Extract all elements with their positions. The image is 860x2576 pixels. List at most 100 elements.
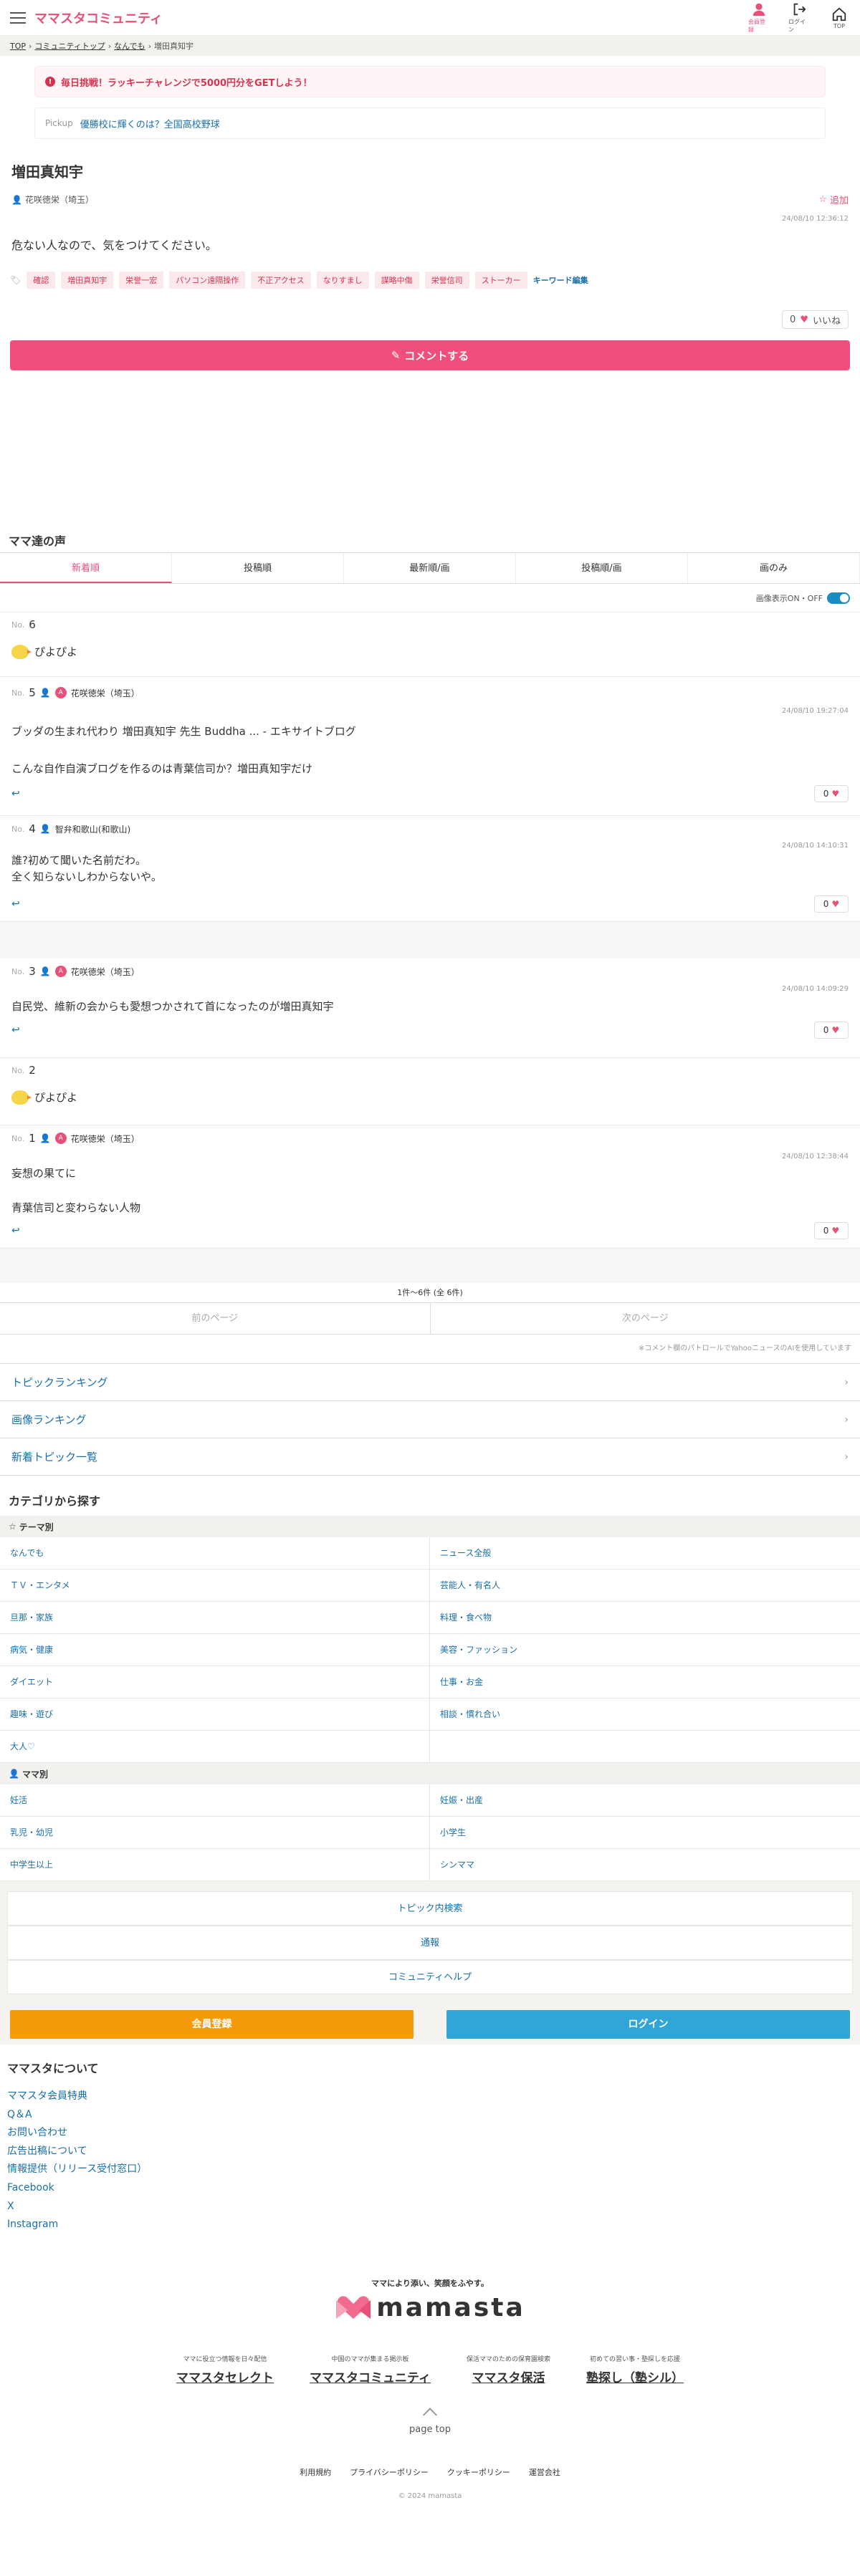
keyword-tag[interactable]: 栄誉一宏	[119, 271, 164, 289]
site-logo[interactable]: ママスタコミュニティ	[34, 9, 163, 27]
keyword-tag[interactable]: 増田真知宇	[61, 271, 114, 289]
comment-author: 智弁和歌山(和歌山)	[54, 824, 131, 835]
rank-link-label: 画像ランキング	[11, 1413, 87, 1426]
topic-search-link[interactable]: トピック内検索	[7, 1891, 853, 1926]
topic-like-button[interactable]: 0 ♥ いいね	[782, 310, 849, 329]
comment-no-label: No.	[11, 1065, 25, 1075]
comment-text: 妄想の果てに 青葉信司と変わらない人物	[11, 1167, 141, 1214]
sort-tab[interactable]: 投稿順/画	[516, 553, 688, 583]
heart-icon: ♥	[831, 1025, 840, 1035]
keyword-tag[interactable]: 栄誉信司	[424, 271, 469, 289]
comment-like-button[interactable]: 0 ♥	[814, 1222, 849, 1239]
footer-link[interactable]: クッキーポリシー	[447, 2466, 510, 2478]
login-label: ログイン	[788, 19, 806, 33]
category-link[interactable]: 小学生	[430, 1817, 860, 1849]
keyword-tag[interactable]: 確認	[27, 271, 56, 289]
category-link[interactable]: ニュース全般	[430, 1537, 860, 1570]
pickup-banner[interactable]: Pickup 優勝校に輝くのは？全国高校野球	[34, 107, 826, 139]
about-link[interactable]: X	[7, 2198, 853, 2216]
category-link[interactable]: 中学生以上	[0, 1849, 430, 1881]
footer-link[interactable]: プライバシーポリシー	[350, 2466, 429, 2478]
lucky-challenge-banner[interactable]: ! 毎日挑戦！ラッキーチャレンジで5000円分をGETしよう！	[34, 66, 826, 97]
comment-like-button[interactable]: 0 ♥	[814, 785, 849, 802]
sort-tab[interactable]: 投稿順	[172, 553, 344, 583]
pickup-link[interactable]: 優勝校に輝くのは？全国高校野球	[80, 117, 220, 130]
sort-tab[interactable]: 最新順/画	[344, 553, 516, 583]
category-link[interactable]: ＴＶ・エンタメ	[0, 1570, 430, 1602]
login-icon	[793, 3, 806, 16]
reply-icon[interactable]: ↩	[11, 788, 20, 799]
register-link[interactable]: 会員登録	[748, 1, 770, 34]
category-link[interactable]: 旦那・家族	[0, 1602, 430, 1634]
comment-no-label: No.	[11, 688, 25, 698]
about-link[interactable]: Q＆A	[7, 2106, 853, 2125]
keyword-tag[interactable]: ストーカー	[474, 271, 527, 289]
category-link[interactable]: 大人♡	[0, 1731, 430, 1763]
comment-item: No. 2 ぴよぴよ	[0, 1058, 860, 1125]
add-favorite-button[interactable]: ☆ 追加	[818, 193, 849, 206]
sort-tab[interactable]: 新着順	[0, 553, 172, 583]
breadcrumb-top[interactable]: TOP	[10, 42, 26, 51]
site-link[interactable]: 中国のママが集まる掲示板 ママスタコミュニティ	[310, 2354, 431, 2385]
new-topics-link[interactable]: 新着トピック一覧 ›	[0, 1438, 860, 1475]
category-link[interactable]: シンママ	[430, 1849, 860, 1881]
category-link[interactable]: 仕事・お金	[430, 1666, 860, 1698]
category-link[interactable]: ダイエット	[0, 1666, 430, 1698]
comment-like-button[interactable]: 0 ♥	[814, 1022, 849, 1039]
topic-ranking-link[interactable]: トピックランキング ›	[0, 1363, 860, 1400]
user-icon: 👤	[39, 824, 51, 834]
category-link[interactable]: 乳児・幼児	[0, 1817, 430, 1849]
category-link[interactable]: 料理・食べ物	[430, 1602, 860, 1634]
home-link[interactable]: TOP	[828, 6, 850, 29]
keyword-tag[interactable]: なりすまし	[316, 271, 369, 289]
about-link[interactable]: お問い合わせ	[7, 2124, 853, 2143]
comment-button[interactable]: ✎ コメントする	[10, 340, 850, 370]
login-button[interactable]: ログイン	[446, 2010, 850, 2039]
about-link[interactable]: Instagram	[7, 2216, 853, 2234]
footer-link[interactable]: 運営会社	[529, 2466, 560, 2478]
sort-tab[interactable]: 画のみ	[688, 553, 860, 583]
comment-item: No. 5 👤 A 花咲徳栄（埼玉） 24/08/10 19:27:04 ブッダの生まれ…	[0, 677, 860, 816]
breadcrumb-community[interactable]: コミュニティトップ	[34, 40, 105, 52]
menu-icon[interactable]	[10, 11, 26, 24]
category-link[interactable]: 趣味・遊び	[0, 1698, 430, 1731]
brand-logo[interactable]: mamasta	[0, 2293, 860, 2322]
site-link[interactable]: ママに役立つ情報を日々配信 ママスタセレクト	[176, 2354, 274, 2385]
keyword-edit-link[interactable]: キーワード編集	[533, 274, 588, 286]
category-link[interactable]: 妊活	[0, 1784, 430, 1817]
login-link[interactable]: ログイン	[788, 1, 810, 34]
about-link[interactable]: ママスタ会員特典	[7, 2087, 853, 2106]
category-link[interactable]: 芸能人・有名人	[430, 1570, 860, 1602]
about-link[interactable]: Facebook	[7, 2179, 853, 2198]
site-link[interactable]: 保活ママのための保育園検索 ママスタ保活	[467, 2354, 550, 2385]
register-button[interactable]: 会員登録	[10, 2010, 414, 2039]
image-ranking-link[interactable]: 画像ランキング ›	[0, 1400, 860, 1438]
site-link[interactable]: 初めての習い事・塾探しを応援 塾探し（塾シル）	[586, 2354, 684, 2385]
image-toggle-switch[interactable]	[827, 592, 850, 604]
comment-author: 花咲徳栄（埼玉）	[70, 688, 140, 698]
reply-icon[interactable]: ↩	[11, 1225, 20, 1236]
next-page-button[interactable]: 次のページ	[431, 1303, 860, 1334]
keyword-tag[interactable]: 謀略中傷	[374, 271, 419, 289]
comment-like-button[interactable]: 0 ♥	[814, 895, 849, 913]
reply-icon[interactable]: ↩	[11, 1024, 20, 1036]
category-link[interactable]: 相談・慣れ合い	[430, 1698, 860, 1731]
help-link[interactable]: コミュニティヘルプ	[7, 1960, 853, 1994]
keyword-tag[interactable]: 不正アクセス	[251, 271, 311, 289]
report-link[interactable]: 通報	[7, 1926, 853, 1960]
footer-link[interactable]: 利用規約	[300, 2466, 331, 2478]
auth-buttons: 会員登録 ログイン	[0, 2004, 860, 2044]
page-top-button[interactable]: page top	[0, 2407, 860, 2435]
prev-page-button[interactable]: 前のページ	[0, 1303, 431, 1334]
breadcrumb-category[interactable]: なんでも	[114, 40, 145, 52]
keyword-tag[interactable]: パソコン遠隔操作	[169, 271, 246, 289]
rank-link-label: 新着トピック一覧	[11, 1451, 98, 1464]
category-link[interactable]: 病気・健康	[0, 1634, 430, 1666]
topic-author: 花咲徳栄（埼玉）	[24, 195, 94, 205]
about-link[interactable]: 情報提供（リリース受付窓口）	[7, 2161, 853, 2179]
category-link[interactable]: 妊娠・出産	[430, 1784, 860, 1817]
reply-icon[interactable]: ↩	[11, 898, 20, 910]
category-link[interactable]: 美容・ファッション	[430, 1634, 860, 1666]
category-link[interactable]: なんでも	[0, 1537, 430, 1570]
about-link[interactable]: 広告出稿について	[7, 2143, 853, 2161]
